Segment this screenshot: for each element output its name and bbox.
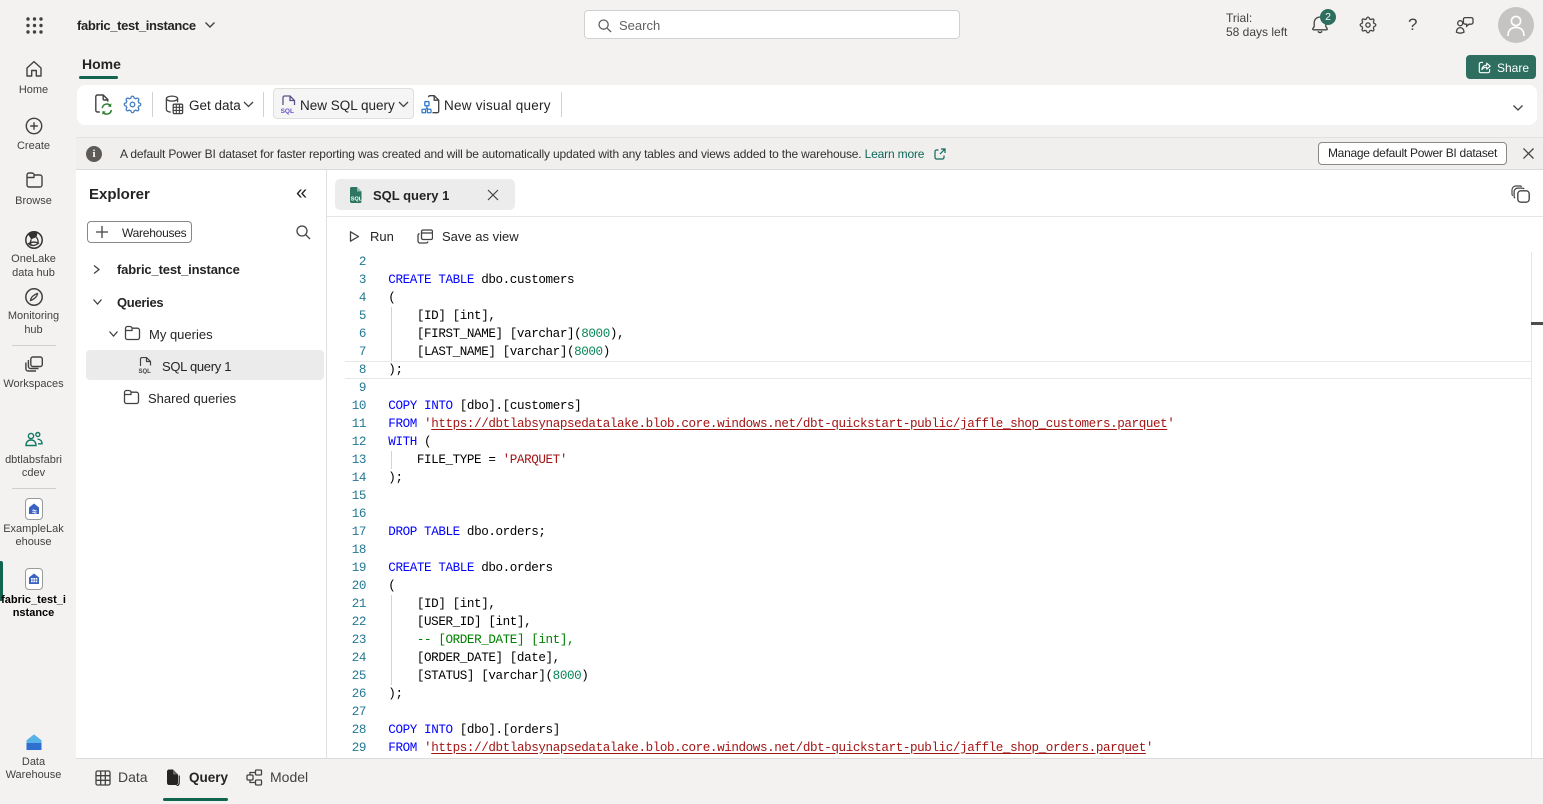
svg-text:SQL: SQL bbox=[351, 197, 362, 203]
svg-text:SQL: SQL bbox=[139, 369, 152, 374]
svg-text:SQL: SQL bbox=[281, 108, 294, 115]
